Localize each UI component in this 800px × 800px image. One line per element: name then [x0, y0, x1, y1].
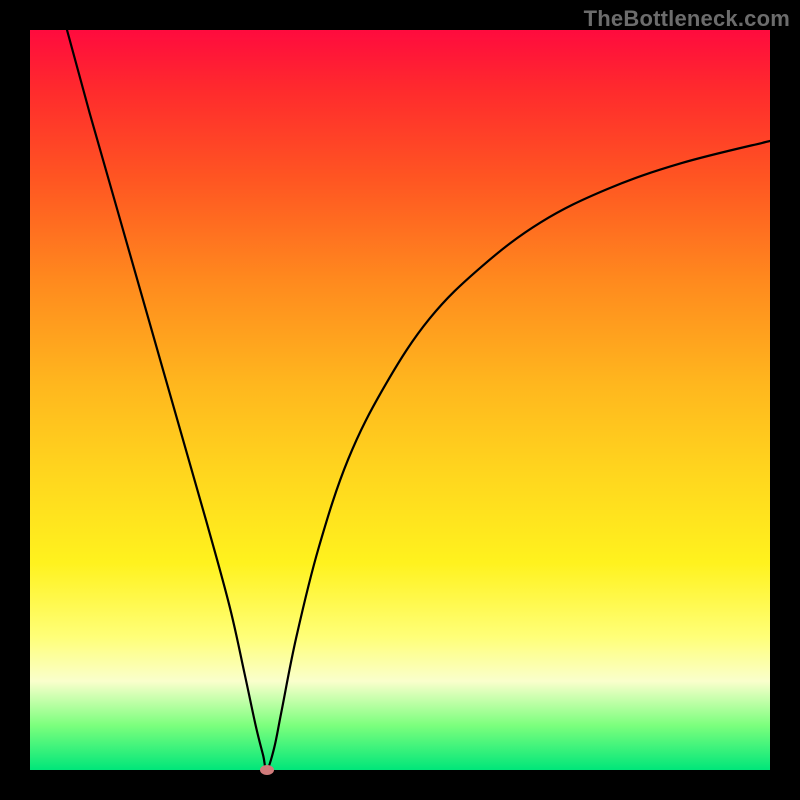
bottleneck-curve-path [67, 30, 770, 770]
watermark-text: TheBottleneck.com [584, 6, 790, 32]
plot-area [30, 30, 770, 770]
minimum-marker [260, 765, 274, 775]
curve-svg [30, 30, 770, 770]
chart-stage: TheBottleneck.com [0, 0, 800, 800]
